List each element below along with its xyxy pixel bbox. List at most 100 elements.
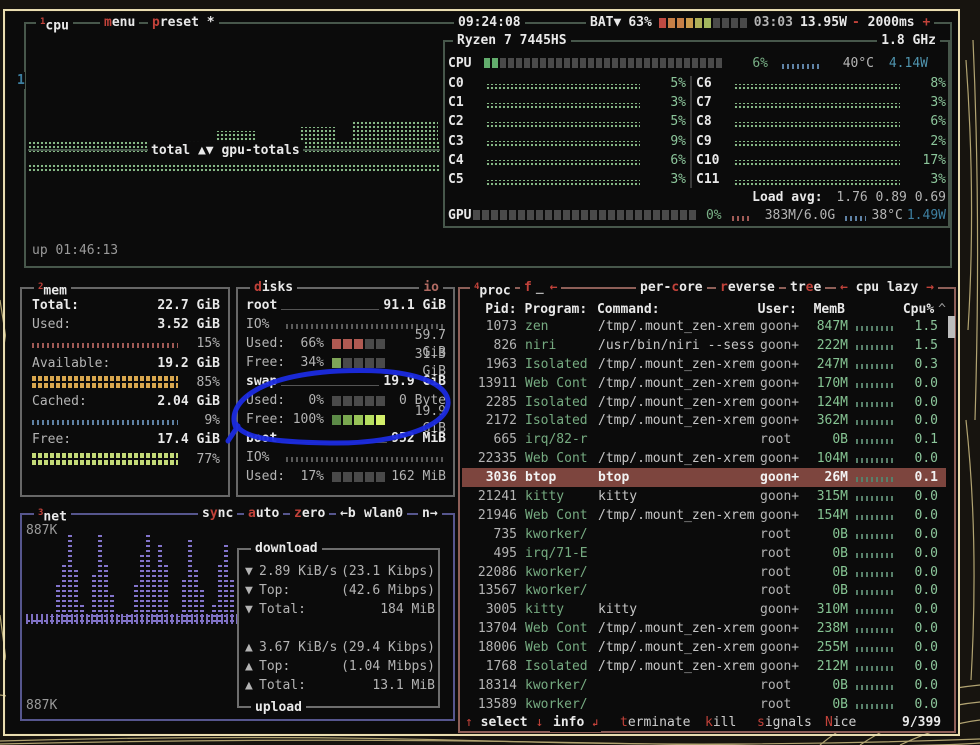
- mem-stat-meter: 77%: [32, 450, 220, 469]
- gpu-meter: [473, 210, 696, 220]
- update-interval: - 2000ms +: [848, 14, 934, 31]
- battery-meter: [659, 18, 747, 28]
- cpu-core-row: C13%: [448, 93, 686, 112]
- process-row[interactable]: 22086kworker/root0B0.0: [462, 563, 946, 582]
- disks-box-title[interactable]: disks: [250, 279, 297, 296]
- process-row[interactable]: 21946Web Cont/tmp/.mount_zen-xremgoon+15…: [462, 506, 946, 525]
- disks-io-toggle[interactable]: io: [419, 279, 443, 296]
- process-row[interactable]: 13589kworker/root0B0.0: [462, 695, 946, 714]
- process-row[interactable]: 735kworker/root0B0.0: [462, 525, 946, 544]
- battery-label: BAT▼: [590, 14, 621, 31]
- mem-stat-meter: 15%: [32, 334, 220, 353]
- net-prev-iface-button[interactable]: ←b: [336, 505, 360, 522]
- disk-usage-row: Used:17%162 MiB: [246, 467, 446, 486]
- info-button[interactable]: info ↲: [550, 714, 601, 732]
- proc-header-pid[interactable]: Pid:: [462, 301, 517, 318]
- net-graph-bar: [164, 562, 168, 622]
- cpu-core-row: C39%: [448, 132, 686, 151]
- terminate-button[interactable]: terminate: [617, 714, 693, 731]
- interval-plus-button[interactable]: +: [922, 15, 930, 30]
- process-row[interactable]: 13911Web Cont/tmp/.mount_zen-xremgoon+17…: [462, 374, 946, 393]
- gpu-totals-graph: [28, 163, 440, 172]
- cpu-usage-graph-cluster: [300, 127, 336, 141]
- process-row[interactable]: 665irq/82-rroot0B0.1: [462, 430, 946, 449]
- proc-percore-toggle[interactable]: per-core: [636, 279, 707, 296]
- process-row[interactable]: 18006Web Cont/tmp/.mount_zen-xremgoon+25…: [462, 638, 946, 657]
- process-row-selected[interactable]: 3036btopbtopgoon+26M0.1: [462, 468, 946, 487]
- net-zero-toggle[interactable]: zero: [290, 505, 329, 522]
- cpu-model: Ryzen 7 7445HS: [453, 32, 571, 49]
- proc-tree-toggle[interactable]: tree: [786, 279, 825, 296]
- interval-minus-button[interactable]: -: [852, 15, 860, 30]
- proc-box-title[interactable]: 4proc: [470, 279, 515, 299]
- disks-list: root91.1 GiBIO%Used:66%59.7 GiBFree:34%3…: [246, 296, 446, 486]
- process-row[interactable]: 1963Isolated/tmp/.mount_zen-xremgoon+247…: [462, 355, 946, 374]
- proc-sort-selector[interactable]: ← cpu lazy →: [836, 279, 938, 296]
- disk-name-row: boot952 MiB: [246, 429, 446, 448]
- cpu-power: 4.14W: [878, 55, 928, 72]
- cpu-total-row: CPU 6% 40°C 4.14W: [448, 55, 946, 71]
- process-row[interactable]: 21241kittykittygoon+315M0.0: [462, 487, 946, 506]
- cpu-core-row: C46%: [448, 151, 686, 170]
- process-row[interactable]: 826niri/usr/bin/niri --sessgoon+222M1.5: [462, 336, 946, 355]
- gpu-temp: 38°C: [872, 207, 903, 224]
- cpu-frequency: 1.8 GHz: [877, 32, 940, 49]
- nice-button[interactable]: Nice: [822, 714, 859, 731]
- process-row[interactable]: 13704Web Cont/tmp/.mount_zen-xremgoon+23…: [462, 619, 946, 638]
- disk-io-row: IO%: [246, 448, 446, 467]
- proc-header-command[interactable]: Command:: [597, 301, 756, 318]
- battery-power: 13.95W: [800, 14, 847, 31]
- disk-name-row: swap19.9 GiB: [246, 372, 446, 391]
- proc-reverse-toggle[interactable]: reverse: [716, 279, 779, 296]
- process-row[interactable]: 22335Web Cont/tmp/.mount_zen-xremgoon+10…: [462, 449, 946, 468]
- cpu-usage-graph-cluster: [352, 121, 438, 141]
- net-io-row: ▲Total:13.1 MiB: [245, 676, 435, 695]
- cpu-box-title[interactable]: 1cpu: [36, 14, 73, 34]
- proc-header-user[interactable]: User:: [758, 301, 803, 318]
- mem-stat-row: Cached:2.04 GiB: [32, 392, 220, 411]
- net-graph-bar: [68, 534, 72, 622]
- process-row[interactable]: 2172Isolated/tmp/.mount_zen-xremgoon+362…: [462, 411, 946, 430]
- process-row[interactable]: 1073zen/tmp/.mount_zen-xremgoon+847M1.5: [462, 317, 946, 336]
- select-control[interactable]: ↑ select ↓: [462, 714, 546, 731]
- cpu-core-row: C73%: [696, 93, 946, 112]
- menu-button[interactable]: menu: [100, 14, 139, 31]
- proc-header-cpu[interactable]: Cpu%: [845, 301, 934, 318]
- net-graph-bar: [104, 562, 108, 622]
- cpu-graph-divider[interactable]: total ▲▼ gpu-totals: [28, 149, 440, 151]
- gpu-usage-graph: [732, 216, 751, 221]
- cpu-total-meter: [484, 58, 722, 68]
- process-row[interactable]: 1768Isolated/tmp/.mount_zen-xremgoon+212…: [462, 657, 946, 676]
- cpu-core-row: C53%: [448, 170, 686, 189]
- download-title: download: [251, 540, 322, 557]
- signals-button[interactable]: signals: [754, 714, 815, 731]
- process-row[interactable]: 3005kittykittygoon+310M0.0: [462, 600, 946, 619]
- clock: 09:24:08: [454, 14, 525, 31]
- proc-filter-button[interactable]: f_←: [520, 279, 561, 296]
- proc-header-program[interactable]: Program:: [525, 301, 594, 318]
- process-row[interactable]: 13567kworker/root0B0.0: [462, 581, 946, 600]
- cpu-core-row: C1017%: [696, 151, 946, 170]
- kill-button[interactable]: kill: [702, 714, 739, 731]
- mem-stat-meter: 9%: [32, 411, 220, 430]
- net-graph-baseline2: [26, 619, 238, 624]
- load-avg-label: Load avg:: [752, 190, 822, 205]
- mem-stat-meter: 85%: [32, 373, 220, 392]
- net-auto-toggle[interactable]: auto: [244, 505, 283, 522]
- preset-button[interactable]: preset *: [148, 14, 219, 31]
- gpu-label: GPU: [448, 207, 471, 224]
- process-row[interactable]: 18314kworker/root0B0.0: [462, 676, 946, 695]
- cpu-temp: 40°C: [830, 55, 874, 72]
- process-row[interactable]: 495irq/71-Eroot0B0.0: [462, 544, 946, 563]
- disk-usage-row: Free:100%19.9 GiB: [246, 410, 446, 429]
- proc-scrollbar[interactable]: [948, 316, 955, 338]
- sort-caret-icon: ^: [938, 301, 946, 318]
- proc-header-mem[interactable]: MemB: [802, 301, 845, 318]
- net-next-iface-button[interactable]: n→: [418, 505, 442, 522]
- cpu-side-number: 1: [17, 72, 25, 89]
- cpu-cores-right: C68%C73%C86%C92%C1017%C113%: [696, 74, 946, 189]
- load-avg-values: 1.76 0.89 0.69: [836, 190, 946, 205]
- process-row[interactable]: 2285Isolated/tmp/.mount_zen-xremgoon+124…: [462, 393, 946, 412]
- net-sync-toggle[interactable]: sync: [198, 505, 237, 522]
- cpu-usage-graph-cluster: [216, 131, 256, 141]
